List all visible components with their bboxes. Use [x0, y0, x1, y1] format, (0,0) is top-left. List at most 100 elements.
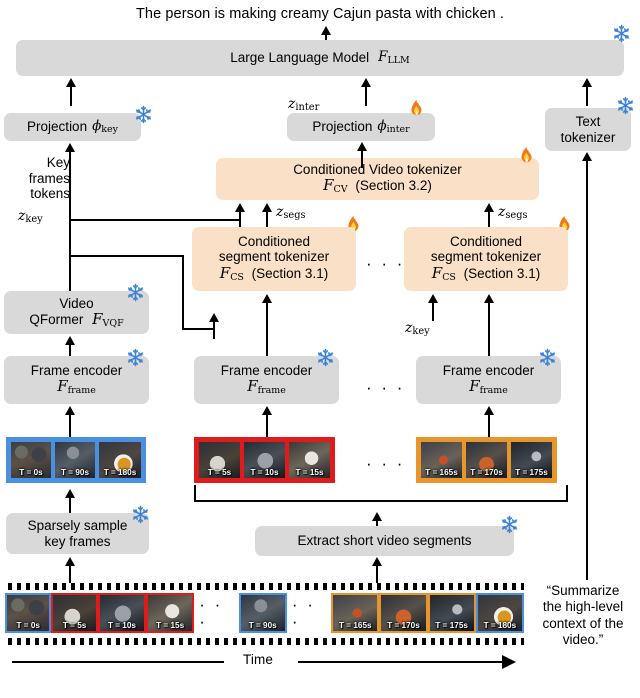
- timeline-frame[interactable]: T = 5s: [51, 593, 98, 633]
- branch-zkey-vertical-seg: [182, 255, 184, 330]
- timeline-frame[interactable]: T = 170s: [379, 593, 428, 633]
- bracket-extract-top: [194, 500, 568, 502]
- conditioned-segment-tokenizer-1-block[interactable]: Conditioned segment tokenizer FCS (Secti…: [192, 227, 356, 291]
- extract-segments-label: Extract short video segments: [297, 533, 472, 549]
- snowflake-icon-frame-encoder-3: [538, 348, 557, 372]
- branch-zkey-to-video-tokenizer: [69, 219, 241, 221]
- timeline-frame[interactable]: T = 10s: [97, 593, 147, 633]
- cst2-line2: segment tokenizer: [430, 249, 542, 265]
- projection-inter-symbol: ϕ: [377, 117, 387, 134]
- segment-timestamp: T = 10s: [250, 468, 279, 477]
- projection-key-label: Projection: [27, 119, 88, 135]
- line-prompt-to-text-tokenizer: [586, 155, 588, 580]
- flame-icon-video-tokenizer: [518, 146, 535, 171]
- projection-key-block[interactable]: Projection ϕkey: [4, 113, 141, 141]
- frame-encoder-3-label: Frame encoder: [442, 363, 535, 379]
- projection-key-symbol: ϕ: [92, 117, 102, 134]
- timeline-frame[interactable]: T = 15s: [146, 593, 195, 633]
- conditioned-segment-tokenizer-2-block[interactable]: Conditioned segment tokenizer FCS (Secti…: [404, 227, 568, 291]
- segment-thumbnail[interactable]: T = 170s: [464, 440, 509, 480]
- timeline-timestamp: T = 90s: [248, 621, 277, 630]
- projection-inter-label: Projection: [312, 119, 373, 135]
- flame-icon-projection-inter: [408, 99, 425, 124]
- segment-timestamp: T = 5s: [207, 468, 232, 477]
- segment-timestamp: T = 170s: [470, 468, 503, 477]
- segment-thumbnail[interactable]: T = 165s: [419, 440, 464, 480]
- sparsely-sample-line1: Sparsely sample: [27, 518, 128, 534]
- segment-thumbnail[interactable]: T = 5s: [197, 440, 242, 480]
- keyframe-strip: T = 0s T = 90s T = 180s: [6, 437, 146, 483]
- segment-timestamp: T = 175s: [515, 468, 548, 477]
- user-prompt-text: “Summarize the high-level context of the…: [542, 583, 624, 648]
- segment-thumbnail[interactable]: T = 175s: [509, 440, 554, 480]
- key-frames-tokens-label: Key frames tokens: [28, 155, 70, 202]
- snowflake-icon-video-qformer: [126, 283, 145, 307]
- timeline-ellipsis: · · ·: [291, 595, 316, 631]
- arrow-projection-inter-to-llm: [361, 78, 371, 106]
- bracket-extract-right: [566, 485, 568, 501]
- cvt-subscript: CV: [333, 184, 348, 196]
- snowflake-icon-frame-encoder-2: [316, 348, 335, 372]
- ellipsis-between-frame-encoders: · · ·: [366, 378, 405, 397]
- llm-output-caption: The person is making creamy Cajun pasta …: [135, 6, 505, 22]
- timeline-ellipsis: · · ·: [199, 595, 223, 631]
- segment-thumbnail[interactable]: T = 15s: [287, 440, 332, 480]
- llm-label: Large Language Model: [230, 50, 370, 66]
- frame-encoder-3-subscript: frame: [479, 385, 508, 397]
- frame-encoder-1-symbol: F: [57, 377, 68, 396]
- time-axis-label: Time: [243, 652, 273, 667]
- cst1-line1: Conditioned: [237, 233, 311, 249]
- extract-short-video-segments-block[interactable]: Extract short video segments: [255, 526, 514, 556]
- large-language-model-block[interactable]: Large Language Model FLLM: [16, 40, 624, 76]
- video-qformer-line2: QFormer: [29, 311, 84, 327]
- timeline-frame[interactable]: T = 175s: [427, 593, 476, 633]
- keyframe-timestamp: T = 0s: [19, 468, 43, 477]
- bus-line-key-tokens: [69, 152, 71, 294]
- video-timeline-filmstrip: T = 0s T = 5s T = 10s T = 15s · · · T = …: [3, 583, 524, 645]
- snowflake-icon-sparsely-sample: [131, 505, 150, 529]
- keyframe-thumbnail[interactable]: T = 180s: [97, 440, 143, 480]
- timeline-frame[interactable]: T = 90s: [238, 593, 287, 633]
- segment-timestamp: T = 15s: [295, 468, 324, 477]
- snowflake-icon-llm: [612, 24, 631, 48]
- cvt-line1: Conditioned Video tokenizer: [293, 161, 462, 177]
- arrow-zkey-into-segment-tokenizer-2: [428, 294, 438, 321]
- video-qformer-subscript: VQF: [102, 317, 124, 329]
- arrow-cvt-to-projection-inter: [357, 142, 367, 168]
- timeline-frame[interactable]: T = 165s: [331, 593, 380, 633]
- timeline-timestamp: T = 0s: [16, 621, 40, 630]
- cvt-symbol: F: [323, 176, 334, 195]
- video-qformer-line1: Video: [59, 295, 94, 311]
- cvt-section: (Section 3.2): [355, 178, 432, 194]
- sparsely-sample-key-frames-block[interactable]: Sparsely sample key frames: [6, 513, 149, 554]
- branch-zkey-to-segment-tokenizer: [69, 255, 184, 257]
- timeline-frame[interactable]: T = 180s: [475, 593, 524, 633]
- frame-encoder-1-subscript: frame: [67, 385, 96, 397]
- frame-encoder-1-label: Frame encoder: [30, 363, 123, 379]
- arrow-text-tokenizer-to-llm: [582, 78, 592, 106]
- timeline-timestamp: T = 170s: [387, 621, 420, 630]
- video-qformer-symbol: F: [92, 309, 103, 328]
- filmstrip-perforations-bottom: [3, 638, 524, 645]
- llm-symbol: F: [378, 48, 388, 65]
- segment-thumbnail[interactable]: T = 10s: [242, 440, 287, 480]
- timeline-timestamp: T = 165s: [339, 621, 372, 630]
- signal-label-z-segs-2: zsegs: [498, 204, 528, 222]
- signal-label-z-inter: zinter: [288, 96, 320, 114]
- timeline-frame[interactable]: T = 0s: [5, 593, 52, 633]
- keyframe-thumbnail[interactable]: T = 90s: [53, 440, 97, 480]
- cst1-symbol: F: [219, 264, 231, 283]
- frame-encoder-2-subscript: frame: [257, 385, 286, 397]
- arrow-prompt-to-text-tokenizer: [582, 152, 592, 161]
- time-axis-arrowhead: [502, 655, 516, 669]
- snowflake-icon-text-tokenizer: [616, 96, 635, 120]
- time-axis-left-segment: [12, 661, 224, 663]
- segment-timestamp: T = 165s: [425, 468, 458, 477]
- cst2-subscript: CS: [442, 272, 456, 284]
- segment-strip-2: T = 165s T = 170s T = 175s: [416, 437, 557, 483]
- arrow-key-bus-to-projection: [65, 143, 75, 152]
- keyframe-thumbnail[interactable]: T = 0s: [9, 440, 53, 480]
- timeline-timestamp: T = 10s: [107, 621, 136, 630]
- text-tokenizer-line1: Text: [575, 114, 601, 130]
- conditioned-video-tokenizer-block[interactable]: Conditioned Video tokenizer FCV (Section…: [216, 158, 539, 200]
